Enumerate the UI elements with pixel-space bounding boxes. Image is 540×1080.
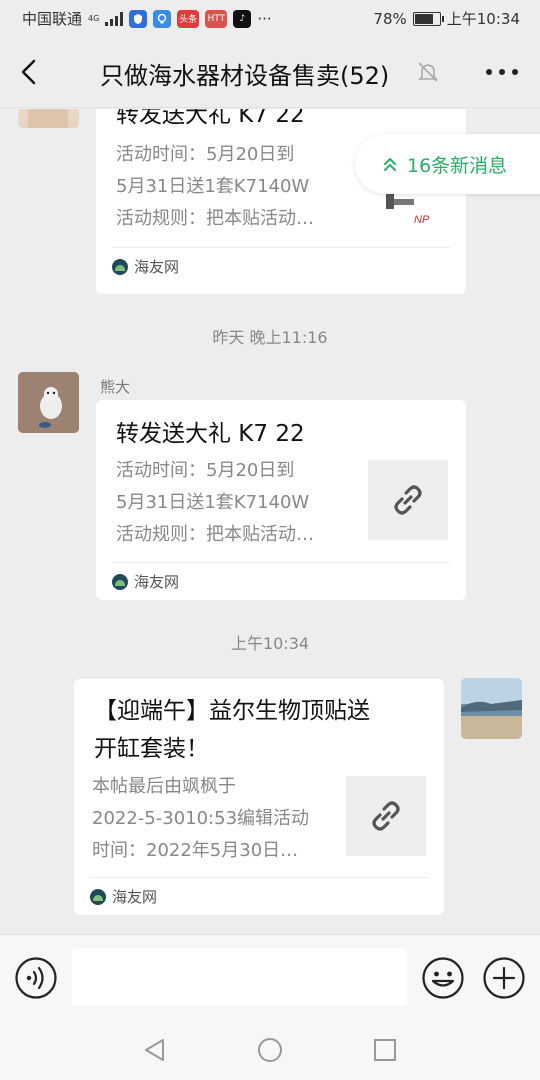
message-input[interactable] xyxy=(72,948,407,1006)
card-desc-line: 5月31日送1套K7140W xyxy=(116,176,310,197)
chat-header: 只做海水器材设备售卖(52) xyxy=(0,36,540,108)
card-source: 海友网 xyxy=(90,877,428,915)
card-title: 【迎端午】益尔生物顶贴送 xyxy=(94,698,370,724)
card-title: 转发送大礼 K7 22 xyxy=(116,109,305,128)
carrier-label: 中国联通 xyxy=(22,10,83,28)
card-title: 开缸套装！ xyxy=(94,736,209,762)
haiyou-logo-icon xyxy=(112,258,128,275)
card-desc-line: 2022-5-3010:53编辑活动 xyxy=(92,808,310,829)
network-type: 4G xyxy=(88,13,100,23)
emoji-button[interactable] xyxy=(421,956,465,1000)
source-name: 海友网 xyxy=(112,888,158,906)
chevron-left-icon xyxy=(21,59,36,85)
system-nav-bar xyxy=(0,1020,540,1080)
mute-bell-icon xyxy=(416,60,440,84)
shield-app-icon xyxy=(129,9,148,28)
chat-title: 只做海水器材设备售卖(52) xyxy=(100,62,390,90)
sender-name: 熊大 xyxy=(100,378,131,396)
nav-back-button[interactable] xyxy=(141,1036,169,1064)
square-recents-icon xyxy=(374,1039,396,1061)
nav-recents-button[interactable] xyxy=(371,1036,399,1064)
card-desc-line: 5月31日送1套K7140W xyxy=(116,492,310,513)
card-title: 转发送大礼 K7 22 xyxy=(116,421,305,447)
triangle-back-icon xyxy=(145,1039,164,1061)
voice-icon xyxy=(15,957,57,999)
plus-button[interactable] xyxy=(482,956,526,1000)
voice-button[interactable] xyxy=(14,956,58,1000)
dot-icon xyxy=(486,69,492,75)
more-options-button[interactable] xyxy=(486,62,518,82)
avatar[interactable] xyxy=(18,372,79,433)
emoji-icon xyxy=(422,957,464,999)
nav-home-button[interactable] xyxy=(256,1036,284,1064)
source-name: 海友网 xyxy=(134,258,180,276)
dot-icon xyxy=(512,69,518,75)
new-messages-button[interactable]: 16条新消息 xyxy=(355,134,540,194)
source-name: 海友网 xyxy=(134,573,180,591)
link-icon xyxy=(372,801,400,831)
card-desc-line: 活动规则：把本贴活动… xyxy=(116,208,314,229)
link-icon xyxy=(394,485,422,515)
news-app-icon: HTT xyxy=(205,9,228,28)
link-card[interactable]: 转发送大礼 K7 22 活动时间：5月20日到 5月31日送1套K7140W 活… xyxy=(96,400,466,600)
time-separator: 昨天 晚上11:16 xyxy=(212,328,328,347)
card-desc-line: 活动时间：5月20日到 xyxy=(116,460,295,481)
avatar[interactable] xyxy=(461,678,522,739)
card-desc-line: 时间：2022年5月30日… xyxy=(92,840,299,861)
link-card[interactable]: 【迎端午】益尔生物顶贴送 开缸套装！ 本帖最后由飒枫于 2022-5-3010:… xyxy=(74,679,444,915)
back-button[interactable] xyxy=(14,56,46,88)
more-notifications: ··· xyxy=(257,9,272,28)
new-messages-label: 16条新消息 xyxy=(407,154,508,177)
card-source: 海友网 xyxy=(112,247,450,285)
message-list[interactable]: 转发送大礼 K7 22 活动时间：5月20日到 5月31日送1套K7140W 活… xyxy=(0,109,540,934)
bulb-app-icon xyxy=(153,9,172,28)
card-desc-line: 活动规则：把本贴活动… xyxy=(116,524,314,545)
battery-percent: 78% xyxy=(373,9,407,28)
link-thumbnail xyxy=(346,776,426,856)
card-desc-line: 活动时间：5月20日到 xyxy=(116,144,295,165)
plus-icon xyxy=(483,957,525,999)
dot-icon xyxy=(499,69,505,75)
signal-icon xyxy=(105,11,124,26)
toutiao-app-icon: 头条 xyxy=(177,9,200,28)
status-bar: 中国联通 4G 头条 HTT ♪ ··· 78% 上午10:34 xyxy=(0,0,540,36)
tiktok-app-icon: ♪ xyxy=(233,9,252,28)
battery-icon xyxy=(412,11,444,26)
haiyou-logo-icon xyxy=(90,888,106,905)
input-bar xyxy=(0,934,540,1020)
circle-home-icon xyxy=(258,1038,282,1062)
card-source: 海友网 xyxy=(112,562,450,600)
link-thumbnail xyxy=(368,460,448,540)
card-desc-line: 本帖最后由飒枫于 xyxy=(92,776,236,797)
svg-text:NP: NP xyxy=(414,214,430,226)
double-chevron-up-icon xyxy=(384,158,396,171)
time-separator: 上午10:34 xyxy=(230,634,310,653)
avatar[interactable] xyxy=(18,109,79,128)
haiyou-logo-icon xyxy=(112,573,128,590)
clock: 上午10:34 xyxy=(446,10,520,28)
